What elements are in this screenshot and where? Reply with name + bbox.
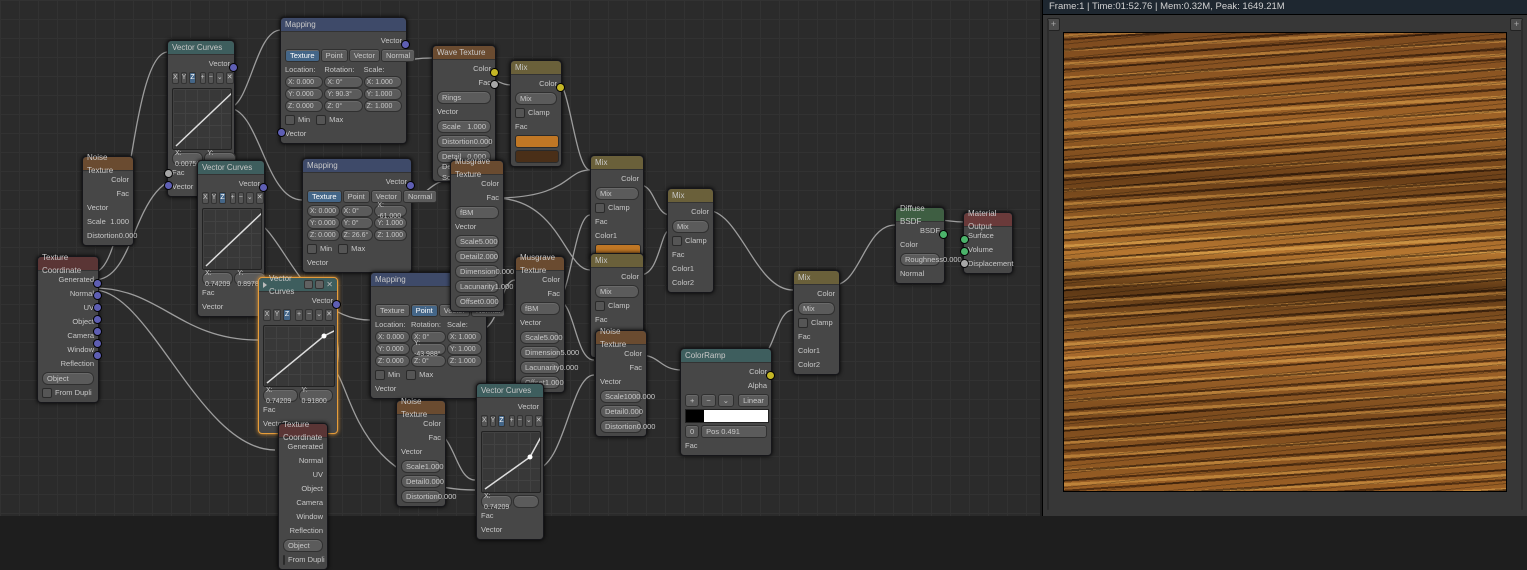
blend-mode-dropdown[interactable]: Mix bbox=[515, 92, 557, 105]
node-musgrave-2[interactable]: Musgrave Texture Color Fac fBM Vector Sc… bbox=[515, 256, 565, 393]
mapping-type-tabs: Texture Point Vector Normal bbox=[285, 49, 402, 62]
node-header[interactable]: Noise Texture bbox=[83, 157, 133, 171]
curve-y-tab[interactable]: Y bbox=[181, 72, 188, 84]
close-icon[interactable]: ✕ bbox=[326, 281, 333, 289]
min-check[interactable] bbox=[285, 115, 295, 125]
node-editor-canvas[interactable]: Texture Coordinate Generated Normal UV O… bbox=[0, 0, 1040, 516]
wave-type-dropdown[interactable]: Rings bbox=[437, 91, 491, 104]
node-musgrave-1[interactable]: Musgrave Texture Color Fac fBM Vector Sc… bbox=[450, 160, 504, 312]
node-vector-curves-3[interactable]: Vector Curves ✕ Vector X Y Z + − ⌄ ✕ X: … bbox=[258, 277, 338, 434]
collapse-icon[interactable] bbox=[263, 282, 267, 288]
node-texture-coordinate-1[interactable]: Texture Coordinate Generated Normal UV O… bbox=[37, 256, 99, 403]
render-result-view[interactable] bbox=[1063, 32, 1507, 492]
ramp-interp[interactable]: Linear bbox=[738, 394, 769, 407]
node-vector-curves-2[interactable]: Vector Curves Vector X Y Z + − ⌄ ✕ X: 0.… bbox=[197, 160, 265, 317]
node-material-output[interactable]: Material Output Surface Volume Displacem… bbox=[963, 212, 1013, 274]
node-title: Noise Texture bbox=[401, 395, 441, 421]
node-mix-4[interactable]: Mix Color Mix Clamp Fac Color1 Color2 bbox=[667, 188, 714, 293]
color1-swatch[interactable] bbox=[515, 135, 559, 148]
tab-point[interactable]: Point bbox=[321, 49, 348, 62]
node-title: Vector Curves bbox=[202, 161, 252, 174]
delete-point-btn[interactable]: ✕ bbox=[226, 72, 234, 84]
render-status-bar: Frame:1 | Time:01:52.76 | Mem:0.32M, Pea… bbox=[1043, 0, 1527, 15]
right-scroll[interactable] bbox=[1521, 20, 1523, 510]
node-vector-curves-4[interactable]: Vector Curves Vector XYZ+−⌄✕ X: 0.74209 … bbox=[476, 383, 544, 540]
node-mix-5[interactable]: Mix Color Mix Clamp Fac Color1 Color2 bbox=[793, 270, 840, 375]
pin-icon[interactable] bbox=[304, 280, 313, 289]
ramp-del-btn[interactable]: − bbox=[701, 394, 715, 407]
node-noise-texture-small[interactable]: Noise Texture Color Fac Vector Scale1.00… bbox=[82, 156, 134, 246]
node-title: Texture Coordinate bbox=[42, 251, 94, 277]
node-header[interactable]: Vector Curves ✕ bbox=[259, 278, 337, 292]
node-header[interactable]: Vector Curves bbox=[198, 161, 264, 175]
node-mix-2[interactable]: Mix Color Mix Clamp Fac Color1 bbox=[590, 155, 644, 261]
node-texture-coordinate-2[interactable]: Texture Coordinate Generated Normal UV O… bbox=[278, 423, 328, 570]
curve-z-tab[interactable]: Z bbox=[189, 72, 195, 84]
rendered-wood-texture bbox=[1064, 33, 1506, 491]
curve-editor[interactable] bbox=[172, 88, 232, 150]
ramp-flip-btn[interactable]: ⌄ bbox=[718, 394, 734, 407]
max-check[interactable] bbox=[316, 115, 326, 125]
node-title: Mapping bbox=[375, 273, 406, 286]
tab-texture[interactable]: Texture bbox=[285, 49, 320, 62]
left-scroll[interactable] bbox=[1047, 20, 1049, 510]
node-title: Musgrave Texture bbox=[455, 155, 499, 181]
node-mix-1[interactable]: Mix Color Mix Clamp Fac bbox=[510, 60, 562, 167]
node-title: Vector Curves bbox=[269, 272, 304, 298]
curve-tools-btn[interactable]: ⌄ bbox=[216, 72, 224, 84]
node-noise-texture-2[interactable]: Noise Texture Color Fac Vector Scale1.00… bbox=[396, 400, 446, 507]
color2-swatch[interactable] bbox=[515, 150, 559, 163]
zoom-in-btn[interactable]: + bbox=[200, 72, 206, 84]
node-title: Mapping bbox=[285, 18, 316, 31]
node-title: Vector Curves bbox=[481, 384, 531, 397]
node-header[interactable]: Vector Curves bbox=[168, 41, 234, 55]
render-panel: Frame:1 | Time:01:52.76 | Mem:0.32M, Pea… bbox=[1042, 0, 1527, 516]
zoom-out-btn[interactable]: − bbox=[208, 72, 214, 84]
node-mapping-1[interactable]: Mapping Vector Texture Point Vector Norm… bbox=[280, 17, 407, 144]
color-ramp-gradient[interactable] bbox=[685, 409, 769, 423]
node-title: Noise Texture bbox=[87, 151, 129, 177]
node-mapping-2[interactable]: Mapping Vector Texture Point Vector Norm… bbox=[302, 158, 412, 273]
node-title: Musgrave Texture bbox=[520, 251, 560, 277]
from-dupli-check[interactable] bbox=[42, 388, 52, 398]
node-diffuse-bsdf[interactable]: Diffuse BSDF BSDF Color Roughness0.000 N… bbox=[895, 207, 945, 284]
tab-normal[interactable]: Normal bbox=[381, 49, 415, 62]
node-noise-texture-3[interactable]: Noise Texture Color Fac Vector Scale1000… bbox=[595, 330, 647, 437]
node-color-ramp[interactable]: ColorRamp Color Alpha + − ⌄ Linear 0 Pos… bbox=[680, 348, 772, 456]
node-title: Mapping bbox=[307, 159, 338, 172]
tab-vector[interactable]: Vector bbox=[349, 49, 380, 62]
node-title: Wave Texture bbox=[437, 46, 485, 59]
opt-icon[interactable] bbox=[315, 280, 324, 289]
curve-editor[interactable] bbox=[202, 208, 262, 270]
node-title: Vector Curves bbox=[172, 41, 222, 54]
curve-x-tab[interactable]: X bbox=[172, 72, 179, 84]
ramp-add-btn[interactable]: + bbox=[685, 394, 699, 407]
object-field[interactable]: Object bbox=[42, 372, 94, 385]
curve-editor[interactable] bbox=[263, 325, 335, 387]
node-header[interactable]: Texture Coordinate bbox=[38, 257, 98, 271]
